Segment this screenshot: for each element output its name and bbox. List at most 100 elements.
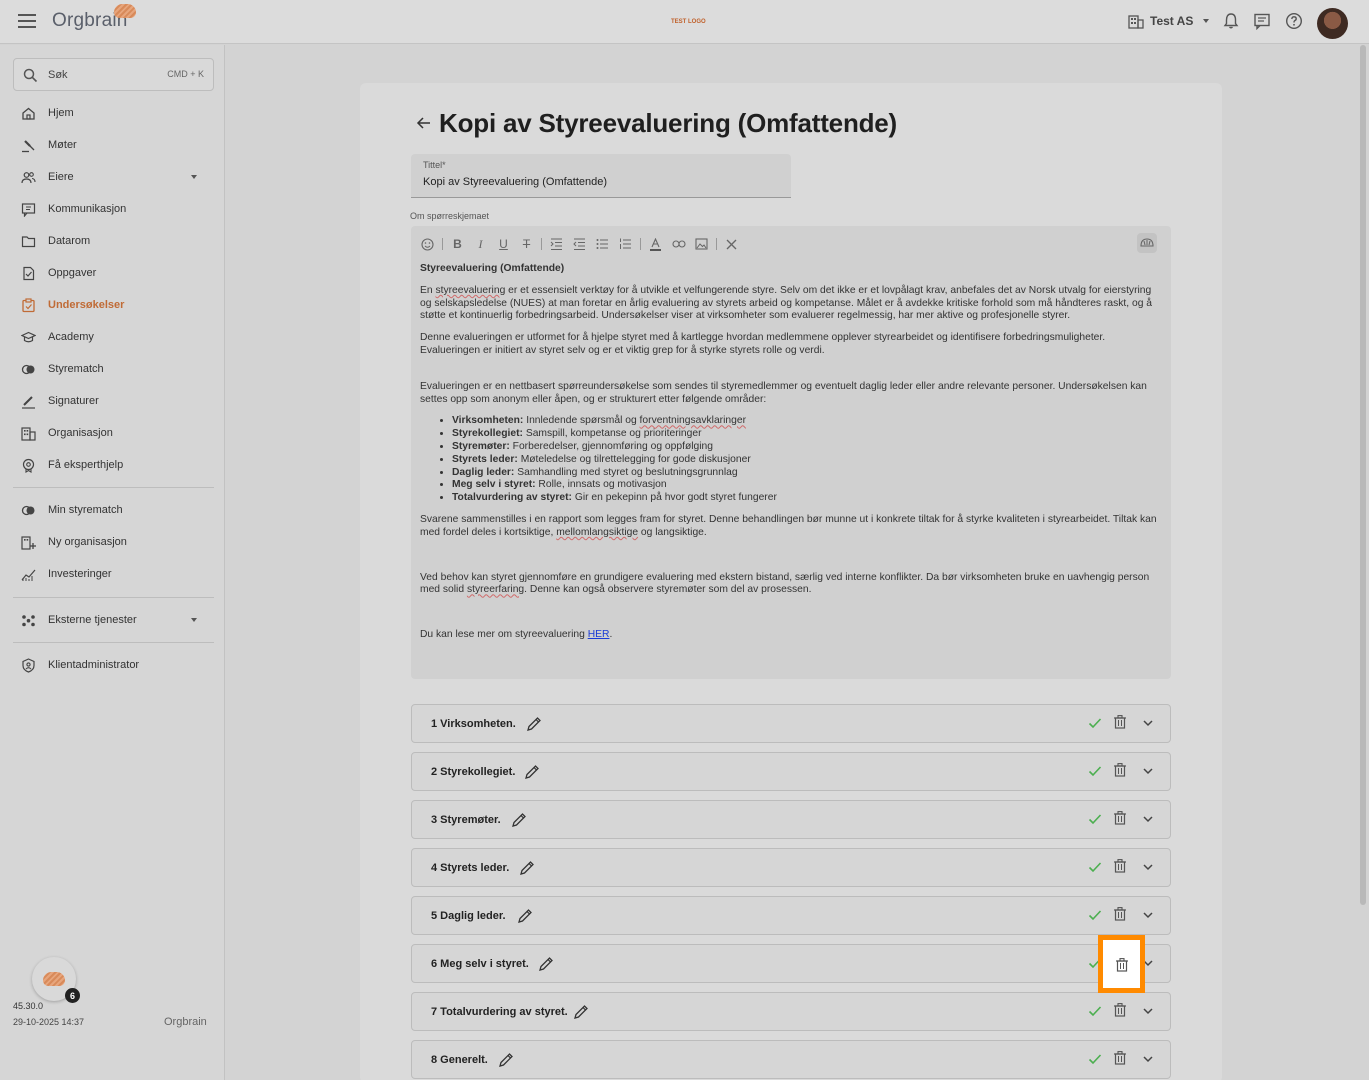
question-section[interactable]: 7 Totalvurdering av styret. [411,992,1171,1031]
chevron-down-icon[interactable] [1141,716,1155,730]
edit-pencil-icon[interactable] [573,1004,589,1020]
check-icon[interactable] [1088,1004,1102,1018]
sidebar-item-hjem[interactable]: Hjem [20,103,205,123]
question-section[interactable]: 3 Styremøter. [411,800,1171,839]
sidebar-item-eiere[interactable]: Eiere [20,167,205,187]
sidebar-item-academy[interactable]: Academy [20,327,205,347]
help-icon[interactable] [1285,12,1303,30]
sidebar-item-datarom[interactable]: Datarom [20,231,205,251]
trash-icon[interactable] [1114,1003,1126,1017]
sidebar-item-oppgaver[interactable]: Oppgaver [20,263,205,283]
page-scrollbar[interactable] [1360,45,1366,905]
edit-pencil-icon[interactable] [526,716,542,732]
trash-icon[interactable] [1114,1051,1126,1065]
back-arrow-icon[interactable] [416,115,432,136]
sidebar-item-ny-organisasjon[interactable]: Ny organisasjon [20,532,205,552]
academy-icon [20,329,36,345]
editor-toolbar: B I U T [419,235,740,253]
sidebar: Søk CMD + K Hjem Møter Eiere Kommunikasj… [0,45,225,1080]
chevron-down-icon[interactable] [1141,1004,1155,1018]
menu-icon[interactable] [18,14,36,28]
content-paragraph: Svarene sammenstilles i en rapport som l… [420,513,1157,538]
chevron-down-icon[interactable] [1141,812,1155,826]
bell-icon[interactable] [1222,12,1240,30]
survey-icon [20,297,36,313]
company-selector[interactable]: Test AS [1128,13,1210,29]
emoji-icon[interactable] [419,236,436,253]
sidebar-item-kommunikasjon[interactable]: Kommunikasjon [20,199,205,219]
delete-button-highlighted[interactable] [1098,935,1145,993]
chevron-down-icon[interactable] [1141,1052,1155,1066]
editor-content[interactable]: Styreevaluering (Omfattende) En styreeva… [420,263,1165,651]
clear-format-icon[interactable] [723,236,740,253]
shield-icon [20,657,36,673]
link-icon[interactable] [670,236,687,253]
sidebar-item-organisasjon[interactable]: Organisasjon [20,423,205,443]
indent-icon[interactable] [548,236,565,253]
search-icon [23,68,38,83]
sidebar-item-label: Eiere [48,171,74,183]
text-color-icon[interactable] [647,236,664,253]
check-icon[interactable] [1088,716,1102,730]
check-icon[interactable] [1088,908,1102,922]
description-editor[interactable]: B I U T Styreevaluering (Omfattende) En … [411,226,1171,679]
edit-pencil-icon[interactable] [517,908,533,924]
ai-assist-icon[interactable] [1137,233,1157,253]
sidebar-item-styrematch[interactable]: Styrematch [20,359,205,379]
building-icon [20,425,36,441]
bold-icon[interactable]: B [449,236,466,253]
chevron-down-icon[interactable] [1141,764,1155,778]
sidebar-item-signaturer[interactable]: Signaturer [20,391,205,411]
sidebar-item-label: Academy [48,331,94,343]
title-field[interactable]: Tittel* Kopi av Styreevaluering (Omfatte… [411,154,791,198]
user-avatar[interactable] [1317,8,1348,39]
outdent-icon[interactable] [571,236,588,253]
chevron-down-icon[interactable] [1141,860,1155,874]
question-section[interactable]: 8 Generelt. [411,1040,1171,1079]
check-icon[interactable] [1088,764,1102,778]
folder-icon [20,233,36,249]
sidebar-item-eksperthjelp[interactable]: Få eksperthjelp [20,455,205,475]
trash-icon[interactable] [1114,907,1126,921]
underline-icon[interactable]: U [495,236,512,253]
bullet-list-icon[interactable] [594,236,611,253]
sidebar-item-undersokelser[interactable]: Undersøkelser [20,295,205,315]
question-section[interactable]: 4 Styrets leder. [411,848,1171,887]
read-more-link[interactable]: HER [588,629,610,640]
question-section[interactable]: 1 Virksomheten. [411,704,1171,743]
check-icon[interactable] [1088,1052,1102,1066]
edit-pencil-icon[interactable] [511,812,527,828]
question-section[interactable]: 6 Meg selv i styret. [411,944,1171,983]
trash-icon[interactable] [1114,715,1126,729]
chevron-down-icon[interactable] [1141,908,1155,922]
numbered-list-icon[interactable] [617,236,634,253]
trash-icon[interactable] [1114,763,1126,777]
trash-icon[interactable] [1114,811,1126,825]
sidebar-item-investeringer[interactable]: Investeringer [20,564,205,584]
image-icon[interactable] [693,236,710,253]
top-bar: Orgbrain TEST LOGO Test AS [0,0,1369,44]
section-title: 6 Meg selv i styret. [431,958,529,970]
question-section[interactable]: 2 Styrekollegiet. [411,752,1171,791]
message-icon[interactable] [1253,12,1271,30]
strikethrough-icon[interactable]: T [518,236,535,253]
orgbrain-logo[interactable]: Orgbrain [52,4,136,38]
sidebar-item-min-styrematch[interactable]: Min styrematch [20,500,205,520]
sidebar-item-label: Organisasjon [48,427,113,439]
question-section[interactable]: 5 Daglig leder. [411,896,1171,935]
edit-pencil-icon[interactable] [524,764,540,780]
check-icon[interactable] [1088,860,1102,874]
search-input[interactable]: Søk CMD + K [13,58,214,91]
edit-pencil-icon[interactable] [498,1052,514,1068]
trash-icon[interactable] [1114,859,1126,873]
sidebar-item-klientadministrator[interactable]: Klientadministrator [20,655,205,675]
check-icon[interactable] [1088,812,1102,826]
list-item: Styrekollegiet: Samspill, kompetanse og … [452,428,1165,441]
edit-pencil-icon[interactable] [519,860,535,876]
italic-icon[interactable]: I [472,236,489,253]
edit-pencil-icon[interactable] [538,956,554,972]
expert-icon [20,457,36,473]
sidebar-item-eksterne-tjenester[interactable]: Eksterne tjenester [20,610,205,630]
section-title: 8 Generelt. [431,1054,488,1066]
sidebar-item-moter[interactable]: Møter [20,135,205,155]
